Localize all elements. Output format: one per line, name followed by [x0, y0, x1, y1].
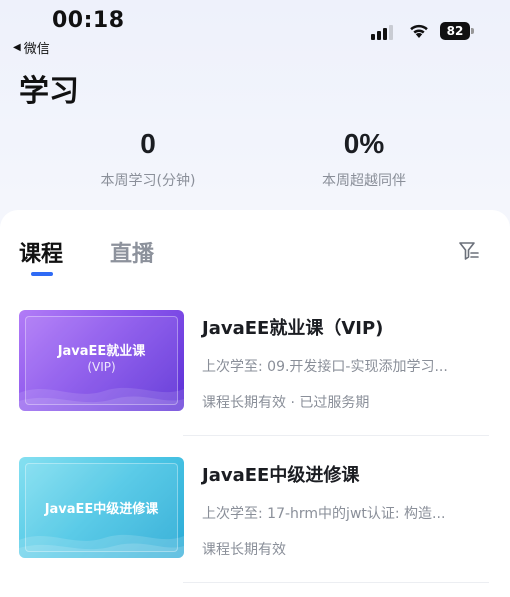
stat-surpass-peers: 0% 本周超越同伴 — [264, 126, 464, 190]
wifi-icon — [410, 24, 428, 38]
thumbnail-title: JavaEE就业课 — [57, 344, 146, 359]
course-thumbnail: JavaEE就业课 (VIP) — [19, 310, 184, 411]
tab-courses[interactable]: 课程 — [19, 236, 63, 268]
divider — [183, 435, 489, 436]
divider — [183, 582, 489, 583]
thumbnail-wave-decoration — [19, 387, 184, 411]
active-tab-indicator — [31, 272, 53, 276]
course-item[interactable]: JavaEE就业课 (VIP) JavaEE就业课（VIP) 上次学至: 09.… — [19, 308, 489, 428]
course-validity-status: 课程长期有效 — [202, 542, 286, 558]
back-triangle-icon: ◀ — [13, 42, 21, 53]
cellular-signal-icon — [371, 24, 395, 40]
course-last-studied: 上次学至: 17-hrm中的jwt认证: 构造... — [202, 506, 446, 522]
filter-icon[interactable] — [458, 240, 480, 262]
status-bar: 00:18 ◀ 微信 82 — [0, 0, 510, 58]
page-title: 学习 — [19, 74, 79, 109]
back-app-label: 微信 — [23, 42, 50, 57]
course-item[interactable]: JavaEE中级进修课 JavaEE中级进修课 上次学至: 17-hrm中的jw… — [19, 455, 489, 575]
thumbnail-wave-decoration — [19, 534, 184, 558]
course-validity-status: 课程长期有效 · 已过服务期 — [202, 395, 370, 411]
course-thumbnail: JavaEE中级进修课 — [19, 457, 184, 558]
course-title: JavaEE就业课（VIP) — [202, 318, 384, 339]
course-card-panel: 课程 直播 JavaEE就业课 (VIP) JavaEE就业课（VIP) 上次学… — [0, 210, 510, 597]
course-title: JavaEE中级进修课 — [202, 465, 360, 486]
battery-level: 82 — [440, 22, 470, 40]
stat-caption: 本周超越同伴 — [322, 173, 406, 189]
status-time: 00:18 — [52, 8, 125, 33]
weekly-stats: 0 本周学习(分钟) 0% 本周超越同伴 — [0, 126, 510, 196]
battery-icon: 82 — [440, 22, 474, 40]
stat-value: 0 — [140, 128, 156, 159]
stat-value: 0% — [343, 128, 385, 159]
back-to-app-button[interactable]: ◀ 微信 — [13, 38, 50, 57]
stat-caption: 本周学习(分钟) — [100, 173, 196, 189]
course-last-studied: 上次学至: 09.开发接口-实现添加学习... — [202, 359, 448, 375]
stat-study-minutes: 0 本周学习(分钟) — [48, 126, 248, 190]
tab-live[interactable]: 直播 — [110, 236, 154, 268]
thumbnail-title: JavaEE中级进修课 — [44, 502, 159, 517]
